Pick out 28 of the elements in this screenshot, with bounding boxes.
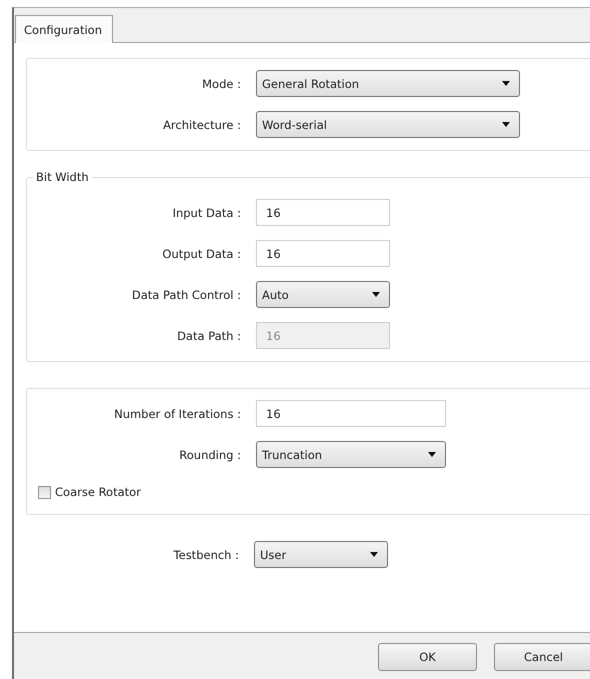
dropdown[interactable]: Truncation: [256, 441, 446, 468]
field-label: Rounding :: [178, 448, 242, 462]
input-field[interactable]: 16: [256, 400, 446, 427]
caret-icon: [370, 552, 378, 557]
dialog-button[interactable]: Cancel: [494, 642, 590, 670]
dropdown[interactable]: Auto: [256, 281, 390, 308]
dropdown[interactable]: User: [254, 541, 388, 568]
dialog-button[interactable]: OK: [378, 642, 477, 670]
field-label: Architecture :: [162, 118, 242, 132]
field-label: Input Data :: [172, 206, 242, 220]
field-label: Mode :: [201, 76, 242, 90]
caret-icon: [428, 452, 436, 457]
input-field[interactable]: 16: [256, 199, 390, 226]
checkbox[interactable]: [38, 486, 51, 498]
field-label: Output Data :: [161, 246, 242, 260]
field-label: Data Path Control :: [130, 288, 242, 302]
tab[interactable]: Configuration: [15, 15, 113, 43]
dropdown[interactable]: Word-serial: [256, 111, 520, 138]
caret-icon: [372, 292, 380, 297]
field-label: Testbench :: [172, 548, 240, 562]
caret-icon: [502, 122, 510, 127]
group-title: Bit Width: [33, 170, 92, 184]
field-label: Data Path :: [176, 328, 242, 342]
dropdown[interactable]: General Rotation: [256, 70, 520, 97]
caret-icon: [502, 81, 510, 86]
input-field[interactable]: 16: [256, 240, 390, 267]
field-label: Number of Iterations :: [113, 406, 242, 420]
checkbox-label: Coarse Rotator: [55, 485, 141, 499]
